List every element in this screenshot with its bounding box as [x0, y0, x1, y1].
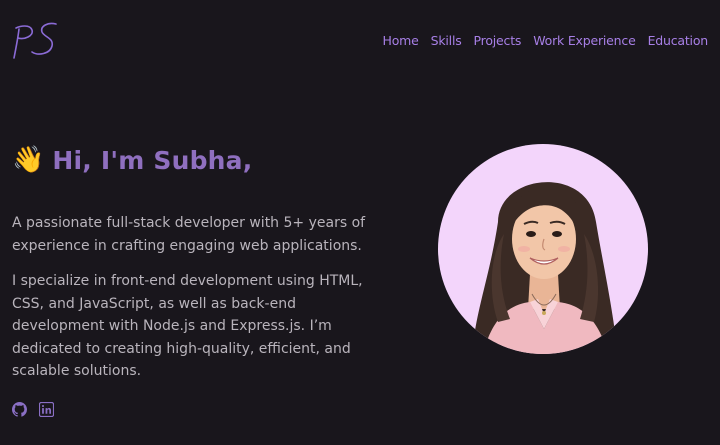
description-paragraph: I specialize in front-end development us…: [12, 273, 363, 379]
logo-signature-icon: [13, 22, 57, 59]
page: Home Skills Projects Work Experience Edu…: [0, 0, 720, 445]
top-nav: Home Skills Projects Work Experience Edu…: [383, 33, 709, 48]
intro-paragraph: A passionate full-stack developer with 5…: [12, 215, 366, 254]
social-links: [12, 401, 55, 418]
waving-hand-icon: 👋: [12, 145, 45, 175]
nav-projects[interactable]: Projects: [474, 33, 522, 48]
hero-heading: 👋 Hi, I'm Subha,: [12, 144, 252, 176]
github-icon[interactable]: [12, 402, 27, 417]
nav-work-experience[interactable]: Work Experience: [533, 33, 636, 48]
logo[interactable]: [10, 20, 62, 62]
greeting-text: Hi, I'm Subha,: [52, 145, 253, 175]
nav-home[interactable]: Home: [383, 33, 419, 48]
nav-education[interactable]: Education: [648, 33, 709, 48]
linkedin-icon[interactable]: [38, 401, 55, 418]
profile-avatar: [438, 144, 648, 354]
nav-skills[interactable]: Skills: [431, 33, 462, 48]
avatar-illustration: [473, 182, 616, 354]
